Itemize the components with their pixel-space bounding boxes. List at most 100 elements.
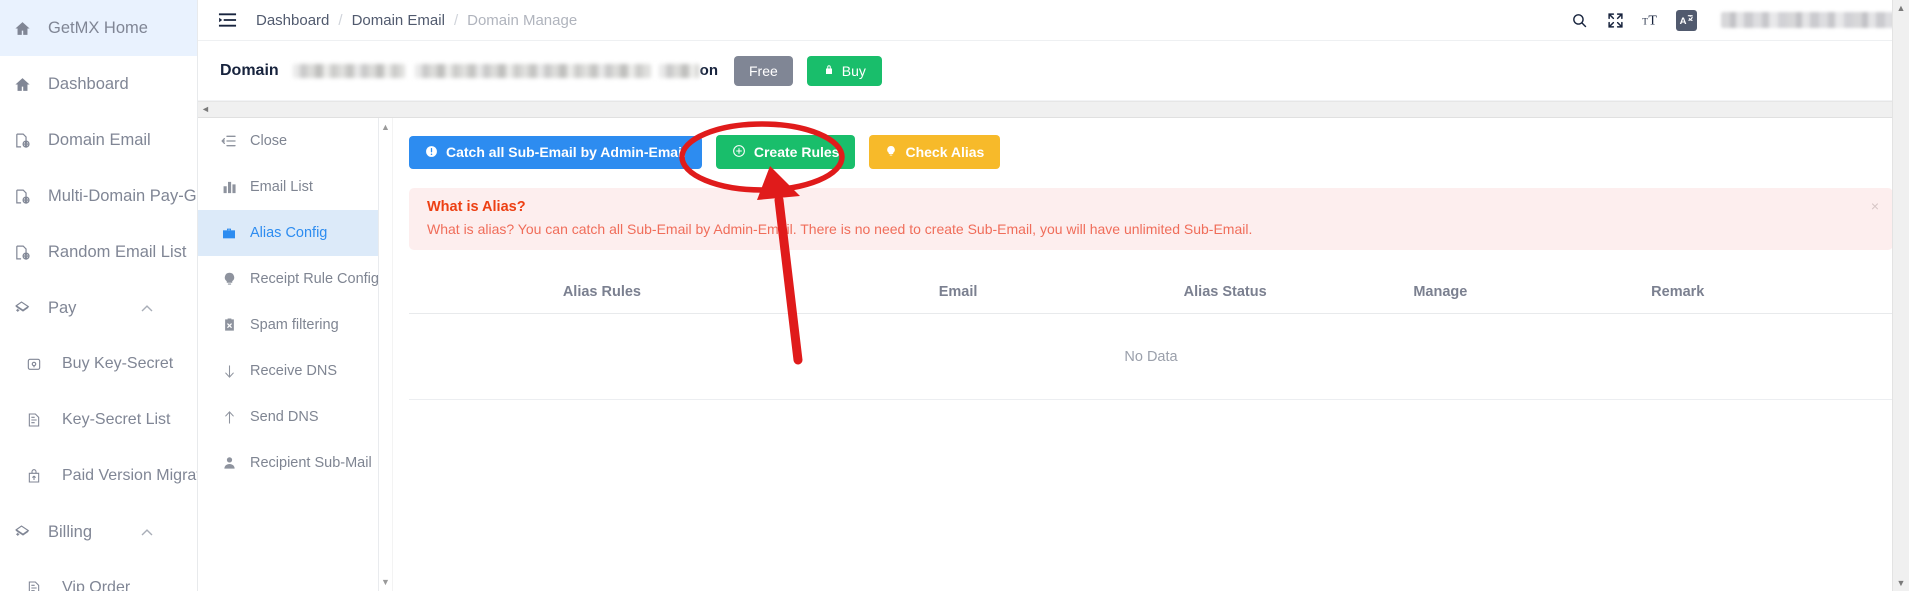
create-rules-button[interactable]: Create Rules <box>715 135 856 169</box>
home-icon <box>14 18 38 38</box>
sidebar-group-pay[interactable]: Pay <box>0 280 197 336</box>
domain-globe-icon <box>14 130 38 150</box>
search-icon[interactable] <box>1568 9 1590 31</box>
list-doc-icon <box>26 578 50 591</box>
scroll-up-arrow-icon[interactable]: ▲ <box>381 122 390 132</box>
horizontal-scrollbar[interactable]: ◄ ► <box>198 101 1909 118</box>
user-icon <box>220 455 238 471</box>
scroll-down-arrow-icon[interactable]: ▼ <box>1897 578 1906 588</box>
hamburger-collapse-icon[interactable] <box>216 9 238 31</box>
secondary-menu: Close Email List Alias Config Receipt Ru… <box>198 118 379 591</box>
chevron-up-icon <box>141 299 153 318</box>
sidebar-item-dashboard[interactable]: Dashboard <box>0 56 197 112</box>
submenu-item-send-dns[interactable]: Send DNS <box>198 394 378 440</box>
sidebar-item-multi-domain-pay-group[interactable]: Multi-Domain Pay-Group <box>0 168 197 224</box>
collapse-list-icon <box>220 133 238 149</box>
translate-icon[interactable]: A <box>1676 9 1697 31</box>
submenu-item-recipient-sub-mail[interactable]: Recipient Sub-Mail <box>198 440 378 486</box>
alert-description: What is alias? You can catch all Sub-Ema… <box>427 221 1253 237</box>
catch-all-sub-email-label: Catch all Sub-Email by Admin-Email <box>446 144 686 160</box>
key-box-icon <box>26 354 50 374</box>
lightbulb-icon <box>220 271 238 287</box>
alias-rules-table: Alias Rules Email Alias Status Manage Re… <box>409 270 1893 400</box>
sidebar-group-billing[interactable]: Billing <box>0 504 197 560</box>
domain-name-redacted-part3 <box>658 63 699 78</box>
check-alias-button[interactable]: Check Alias <box>869 135 1001 169</box>
sidebar-item-label: Domain Email <box>48 130 151 149</box>
column-header-alias-status: Alias Status <box>1183 283 1267 300</box>
sidebar-item-label: Random Email List <box>48 242 187 261</box>
scroll-up-arrow-icon[interactable]: ▲ <box>1897 3 1906 13</box>
close-icon[interactable]: × <box>1871 198 1879 214</box>
inner-vertical-scrollbar[interactable]: ▲ ▼ <box>379 118 393 591</box>
catch-all-sub-email-button[interactable]: Catch all Sub-Email by Admin-Email <box>409 135 702 169</box>
submenu-item-receive-dns[interactable]: Receive DNS <box>198 348 378 394</box>
pay-tag-icon <box>14 298 38 318</box>
sidebar-item-label: Vip Order <box>62 579 131 591</box>
plan-badge-free[interactable]: Free <box>734 55 793 86</box>
sidebar-item-random-email-list[interactable]: Random Email List <box>0 224 197 280</box>
plus-circle-icon <box>732 144 746 160</box>
scroll-down-arrow-icon[interactable]: ▼ <box>381 577 390 587</box>
account-name-redacted[interactable] <box>1721 12 1897 28</box>
submenu-item-receipt-rule-config[interactable]: Receipt Rule Config <box>198 256 378 302</box>
submenu-item-label: Close <box>250 133 288 149</box>
panel-action-row: Catch all Sub-Email by Admin-Email Creat… <box>409 135 1893 169</box>
sidebar-item-paid-version-migration[interactable]: Paid Version Migration <box>0 448 197 504</box>
spam-clipboard-icon <box>220 317 238 333</box>
briefcase-icon <box>220 225 238 241</box>
create-rules-label: Create Rules <box>753 144 840 160</box>
submenu-item-label: Email List <box>250 179 313 195</box>
fullscreen-icon[interactable] <box>1604 9 1626 31</box>
submenu-item-label: Send DNS <box>250 409 319 425</box>
sidebar-item-label: Pay <box>48 298 77 317</box>
domain-tld-suffix: on <box>699 62 718 79</box>
svg-text:T: T <box>1648 13 1657 28</box>
submenu-item-email-list[interactable]: Email List <box>198 164 378 210</box>
sidebar-item-getmx-home[interactable]: GetMX Home <box>0 0 197 56</box>
buy-button[interactable]: Buy <box>806 55 882 86</box>
breadcrumb-item-domain-email[interactable]: Domain Email <box>352 12 445 29</box>
column-header-remark: Remark <box>1651 283 1705 300</box>
sidebar-item-buy-key-secret[interactable]: Buy Key-Secret <box>0 336 197 392</box>
main-column: Dashboard / Domain Email / Domain Manage <box>198 0 1909 591</box>
sidebar-item-key-secret-list[interactable]: Key-Secret List <box>0 392 197 448</box>
domain-name-redacted-part2 <box>414 63 651 78</box>
sidebar-item-label: Multi-Domain Pay-Group <box>48 186 197 205</box>
top-bar-actions: T T A <box>1568 9 1897 31</box>
sidebar-item-label: GetMX Home <box>48 18 148 37</box>
list-doc-icon <box>26 410 50 430</box>
svg-text:A: A <box>1680 15 1687 26</box>
domain-summary-row: Domain on Free Buy <box>198 41 1909 101</box>
app-root: GetMX Home Dashboard Domain Email Multi-… <box>0 0 1909 591</box>
svg-text:T: T <box>1642 17 1648 27</box>
buy-button-label: Buy <box>841 62 866 79</box>
alias-config-panel: Catch all Sub-Email by Admin-Email Creat… <box>393 118 1909 591</box>
lock-icon <box>823 63 835 79</box>
domain-label: Domain <box>220 61 279 79</box>
font-size-icon[interactable]: T T <box>1640 9 1662 31</box>
sidebar-item-label: Paid Version Migration <box>62 467 197 484</box>
check-alias-label: Check Alias <box>905 144 985 160</box>
domain-name-redacted-part1 <box>292 63 405 78</box>
column-header-email: Email <box>938 283 978 300</box>
sidebar-item-vip-order[interactable]: Vip Order <box>0 560 197 591</box>
arrow-down-icon <box>220 363 238 380</box>
submenu-item-alias-config[interactable]: Alias Config <box>198 210 378 256</box>
submenu-item-label: Receive DNS <box>250 363 338 379</box>
upload-bag-icon <box>26 466 50 486</box>
sidebar-item-domain-email[interactable]: Domain Email <box>0 112 197 168</box>
breadcrumb: Dashboard / Domain Email / Domain Manage <box>256 12 577 29</box>
sidebar-item-label: Key-Secret List <box>62 411 171 428</box>
bar-chart-icon <box>220 180 238 195</box>
submenu-item-label: Spam filtering <box>250 317 339 333</box>
submenu-item-spam-filtering[interactable]: Spam filtering <box>198 302 378 348</box>
alias-info-alert: What is Alias? What is alias? You can ca… <box>409 188 1893 250</box>
arrow-up-icon <box>220 409 238 426</box>
scroll-left-arrow-icon[interactable]: ◄ <box>201 105 210 114</box>
lightbulb-icon <box>885 144 897 160</box>
breadcrumb-item-dashboard[interactable]: Dashboard <box>256 12 329 29</box>
table-empty-state: No Data <box>409 314 1893 400</box>
submenu-item-close[interactable]: Close <box>198 118 378 164</box>
page-vertical-scrollbar[interactable]: ▲ ▼ <box>1892 0 1909 591</box>
